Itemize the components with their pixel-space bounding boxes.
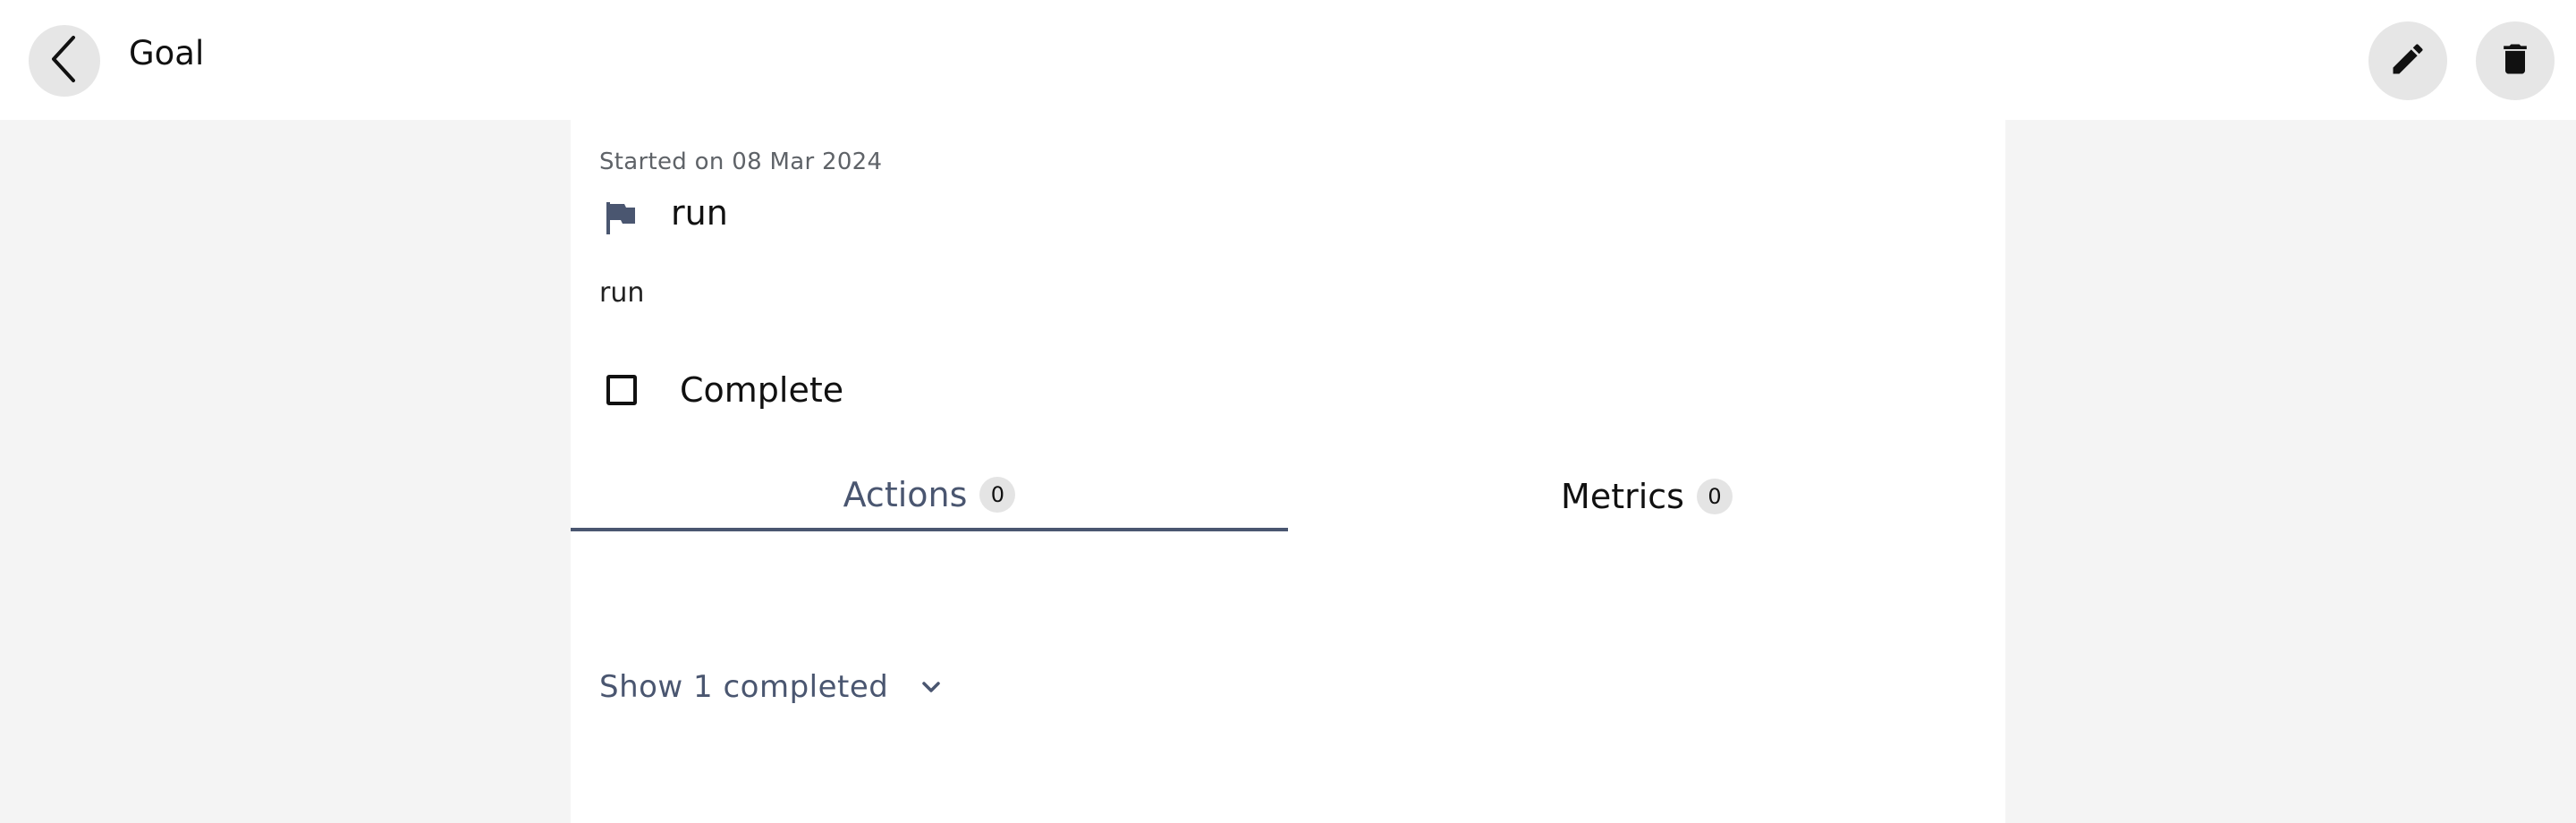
chevron-down-icon xyxy=(920,680,942,694)
back-button[interactable] xyxy=(29,25,100,97)
complete-label: Complete xyxy=(680,370,844,410)
tab-metrics-label: Metrics xyxy=(1561,477,1684,516)
complete-checkbox-row[interactable]: Complete xyxy=(599,363,957,417)
show-completed-toggle[interactable]: Show 1 completed xyxy=(599,660,942,714)
flag-icon xyxy=(605,200,637,240)
edit-button[interactable] xyxy=(2368,21,2447,100)
delete-button[interactable] xyxy=(2476,21,2555,100)
tab-bar: Actions 0 Metrics 0 xyxy=(571,462,2005,531)
pencil-icon xyxy=(2388,39,2428,82)
complete-checkbox[interactable] xyxy=(606,375,637,405)
tab-metrics[interactable]: Metrics 0 xyxy=(1288,462,2005,531)
top-app-bar: Goal xyxy=(0,0,2576,120)
start-date: Started on 08 Mar 2024 xyxy=(599,148,883,175)
trash-icon xyxy=(2496,39,2535,82)
tab-actions-label: Actions xyxy=(843,475,968,514)
chevron-left-icon xyxy=(45,34,84,88)
goal-description: run xyxy=(599,277,645,309)
show-completed-label: Show 1 completed xyxy=(599,669,889,705)
tab-actions[interactable]: Actions 0 xyxy=(571,462,1288,531)
page-title: Goal xyxy=(129,34,205,72)
goal-detail-panel: Started on 08 Mar 2024 run run Complete … xyxy=(571,120,2005,823)
tab-metrics-count-badge: 0 xyxy=(1696,479,1733,514)
goal-name: run xyxy=(671,193,728,233)
tab-actions-count-badge: 0 xyxy=(979,477,1016,513)
